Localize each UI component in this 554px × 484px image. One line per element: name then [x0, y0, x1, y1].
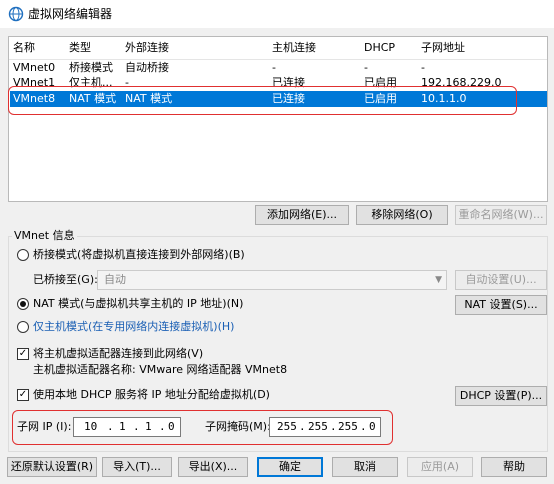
cancel-button[interactable]: 取消	[332, 457, 398, 477]
dhcp-settings-button[interactable]: DHCP 设置(P)...	[455, 386, 547, 406]
network-list[interactable]: 名称 类型 外部连接 主机连接 DHCP 子网地址 VMnet0 桥接模式 自动…	[8, 36, 548, 202]
remove-network-button[interactable]: 移除网络(O)	[356, 205, 448, 225]
export-button[interactable]: 导出(X)...	[178, 457, 248, 477]
nat-settings-button[interactable]: NAT 设置(S)...	[455, 295, 547, 315]
add-network-button[interactable]: 添加网络(E)...	[255, 205, 349, 225]
cell-external: 自动桥接	[125, 61, 169, 74]
vmware-network-icon	[8, 6, 24, 22]
bridged-to-value: 自动	[104, 273, 126, 286]
nat-mode-label[interactable]: NAT 模式(与虚拟机共享主机的 IP 地址)(N)	[33, 297, 243, 311]
highlight-selected-row	[8, 86, 517, 115]
auto-settings-button[interactable]: 自动设置(U)...	[455, 270, 547, 290]
cell-dhcp: -	[364, 61, 368, 74]
column-header-host[interactable]: 主机连接	[272, 41, 316, 55]
column-header-name[interactable]: 名称	[13, 41, 35, 55]
column-header-external[interactable]: 外部连接	[125, 41, 169, 55]
cell-type: 桥接模式	[69, 61, 113, 74]
bridged-to-label: 已桥接至(G):	[33, 273, 98, 286]
connect-adapter-label[interactable]: 将主机虚拟适配器连接到此网络(V)	[33, 347, 203, 361]
hostonly-mode-label[interactable]: 仅主机模式(在专用网络内连接虚拟机)(H)	[33, 320, 234, 334]
column-header-dhcp[interactable]: DHCP	[364, 41, 395, 55]
nat-mode-radio[interactable]	[17, 298, 29, 310]
bridged-to-select[interactable]: 自动 ▼	[97, 270, 447, 290]
column-header-type[interactable]: 类型	[69, 41, 91, 55]
bridged-mode-radio[interactable]	[17, 249, 29, 261]
adapter-name-label: 主机虚拟适配器名称: VMware 网络适配器 VMnet8	[33, 363, 288, 376]
hostonly-mode-radio[interactable]	[17, 321, 29, 333]
restore-defaults-button[interactable]: 还原默认设置(R)	[7, 457, 97, 477]
apply-button[interactable]: 应用(A)	[407, 457, 473, 477]
connect-adapter-checkbox[interactable]: ✓	[17, 348, 29, 360]
help-button[interactable]: 帮助	[481, 457, 547, 477]
ok-button[interactable]: 确定	[257, 457, 323, 477]
cell-name: VMnet0	[13, 61, 56, 74]
chevron-down-icon: ▼	[435, 275, 442, 285]
vmnet-info-label: VMnet 信息	[12, 229, 77, 243]
dhcp-checkbox[interactable]: ✓	[17, 389, 29, 401]
import-button[interactable]: 导入(T)...	[102, 457, 172, 477]
window-title: 虚拟网络编辑器	[28, 7, 113, 21]
column-header-subnet[interactable]: 子网地址	[421, 41, 465, 55]
cell-subnet: -	[421, 61, 425, 74]
bridged-mode-label[interactable]: 桥接模式(将虚拟机直接连接到外部网络)(B)	[33, 248, 245, 262]
highlight-subnet-settings	[12, 410, 393, 445]
dhcp-label[interactable]: 使用本地 DHCP 服务将 IP 地址分配给虚拟机(D)	[33, 388, 270, 402]
rename-network-button[interactable]: 重命名网络(W)...	[455, 205, 547, 225]
table-row[interactable]: VMnet0 桥接模式 自动桥接 - - -	[10, 61, 547, 75]
cell-host: -	[272, 61, 276, 74]
header-divider	[9, 59, 547, 60]
